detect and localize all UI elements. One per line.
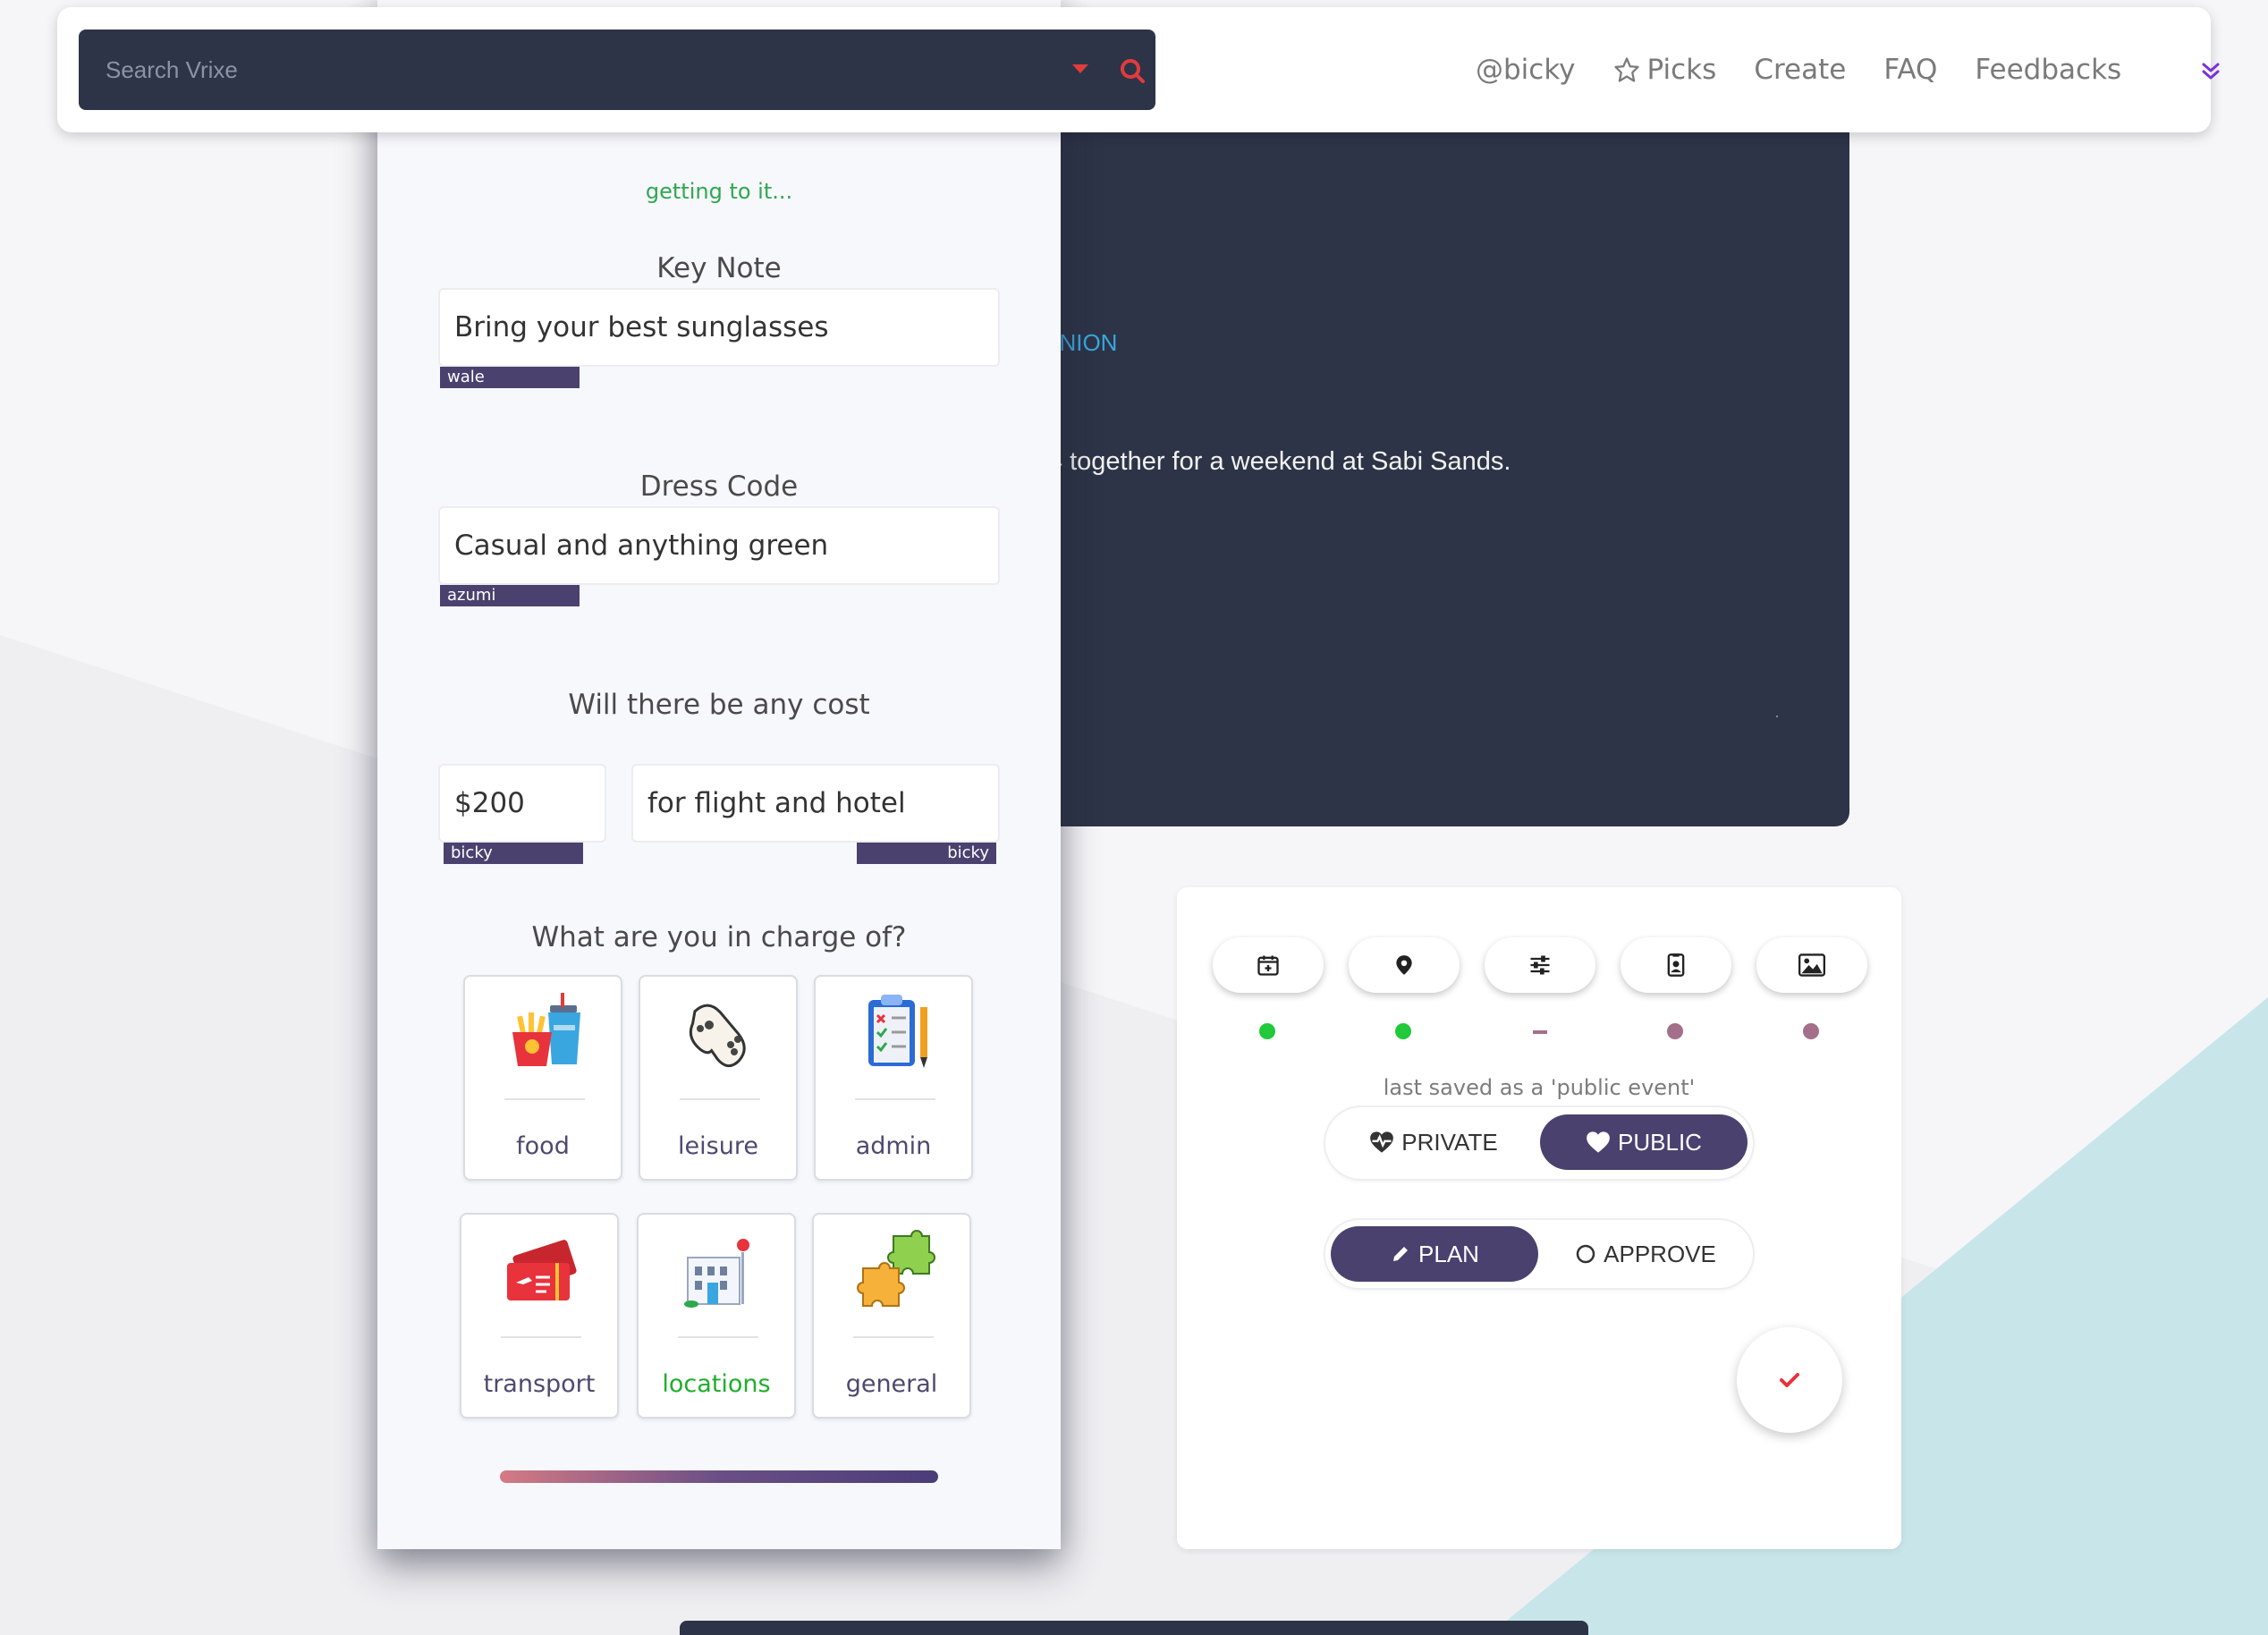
image-icon (1798, 953, 1825, 977)
tile-divider (680, 1098, 760, 1100)
ticket-icon (507, 1240, 577, 1300)
last-saved-text: last saved as a 'public event' (1383, 1075, 1696, 1100)
map-pin-icon (1396, 955, 1412, 975)
step-status-skipped (1533, 1030, 1547, 1034)
cost-amount-author-tag: bicky (444, 843, 583, 864)
step-status-pending (1803, 1023, 1819, 1039)
double-chevron-down-icon[interactable] (2196, 57, 2225, 86)
clipboard-icon (868, 995, 927, 1068)
puzzle-icon (857, 1230, 935, 1307)
step-location-button[interactable] (1349, 937, 1460, 993)
charge-label: What are you in charge of? (531, 921, 907, 953)
search-filter-dropdown-icon[interactable] (1072, 64, 1088, 73)
step-options-button[interactable] (1485, 937, 1595, 993)
status-text: getting to it... (645, 179, 793, 204)
cost-amount-field[interactable]: $200 (438, 764, 606, 843)
star-icon (1613, 57, 1639, 82)
category-tile-locations[interactable]: locations (637, 1213, 796, 1419)
event-details-form: getting to it... Key Note Bring your bes… (377, 0, 1061, 1549)
cost-label: Will there be any cost (568, 689, 870, 721)
cost-note-field[interactable]: for flight and hotel (631, 764, 1000, 843)
dress-code-field[interactable]: Casual and anything green (438, 506, 1000, 585)
approve-option[interactable]: APPROVE (1544, 1226, 1748, 1282)
sliders-icon (1530, 955, 1550, 975)
mode-toggle: PLAN APPROVE (1325, 1220, 1753, 1288)
heart-icon (1587, 1131, 1610, 1153)
dress-code-label: Dress Code (639, 470, 799, 503)
pencil-icon (1393, 1247, 1409, 1261)
public-label: PUBLIC (1618, 1128, 1702, 1156)
checkmark-icon (1780, 1373, 1799, 1387)
key-note-author-tag: wale (440, 367, 580, 388)
dress-code-author-tag: azumi (440, 585, 580, 606)
category-label: general (845, 1370, 938, 1398)
tile-divider (853, 1336, 934, 1338)
game-controller-icon (689, 1004, 746, 1068)
public-option[interactable]: PUBLIC (1540, 1114, 1748, 1170)
heart-pulse-icon (1370, 1131, 1394, 1153)
category-label: admin (855, 1132, 932, 1160)
tile-divider (678, 1336, 758, 1338)
approve-label: APPROVE (1604, 1240, 1716, 1267)
event-hero-card: EAM REUNION n Set 14 together for a week… (1037, 132, 1849, 826)
nav-faq[interactable]: FAQ (1883, 54, 1937, 86)
step-guests-button[interactable] (1621, 937, 1731, 993)
category-tile-transport[interactable]: transport (460, 1213, 619, 1419)
category-tile-leisure[interactable]: leisure (639, 975, 798, 1181)
category-tile-admin[interactable]: admin (814, 975, 973, 1181)
nav-picks[interactable]: Picks (1613, 54, 1717, 86)
nav-links: @bicky Picks Create FAQ Feedbacks (1476, 7, 2159, 132)
plan-label: PLAN (1418, 1240, 1479, 1267)
key-note-field[interactable]: Bring your best sunglasses (438, 288, 1000, 367)
nav-user[interactable]: @bicky (1476, 54, 1576, 86)
building-icon (684, 1239, 749, 1308)
calendar-plus-icon (1257, 955, 1279, 976)
category-label: food (516, 1132, 570, 1160)
search-input[interactable] (106, 30, 1000, 110)
circle-icon (1576, 1244, 1595, 1264)
private-label: PRIVATE (1401, 1128, 1498, 1156)
step-date-button[interactable] (1213, 937, 1324, 993)
tile-divider (855, 1098, 935, 1100)
privacy-toggle: PRIVATE PUBLIC (1325, 1107, 1753, 1179)
search-icon[interactable] (1116, 55, 1148, 87)
category-label: leisure (678, 1132, 758, 1160)
form-progress-bar (500, 1470, 938, 1483)
step-status-done (1395, 1023, 1411, 1039)
nav-picks-label: Picks (1646, 54, 1717, 86)
tile-divider (501, 1336, 581, 1338)
nav-feedbacks[interactable]: Feedbacks (1975, 54, 2121, 86)
step-status-done (1259, 1023, 1275, 1039)
event-description: n Set 14 together for a weekend at Sabi … (1037, 447, 1511, 476)
plan-option[interactable]: PLAN (1331, 1226, 1538, 1282)
category-tile-general[interactable]: general (812, 1213, 971, 1419)
category-label: transport (483, 1370, 596, 1398)
food-icon (512, 993, 580, 1066)
key-note-label: Key Note (656, 252, 782, 284)
top-navbar: @bicky Picks Create FAQ Feedbacks (57, 7, 2220, 132)
confirm-button[interactable] (1737, 1327, 1842, 1433)
category-tile-food[interactable]: food (463, 975, 622, 1181)
tile-divider (504, 1098, 585, 1100)
event-settings-panel: last saved as a 'public event' PRIVATE P… (1177, 887, 1901, 1549)
private-option[interactable]: PRIVATE (1333, 1114, 1535, 1170)
id-badge-icon (1667, 953, 1685, 977)
cost-note-author-tag: bicky (857, 843, 996, 864)
category-label: locations (662, 1370, 771, 1398)
step-media-button[interactable] (1756, 937, 1867, 993)
bottom-bar (680, 1621, 1588, 1635)
search-bar (79, 30, 1155, 110)
nav-create[interactable]: Create (1754, 54, 1846, 86)
hero-dot (1776, 716, 1778, 717)
step-status-pending (1667, 1023, 1683, 1039)
